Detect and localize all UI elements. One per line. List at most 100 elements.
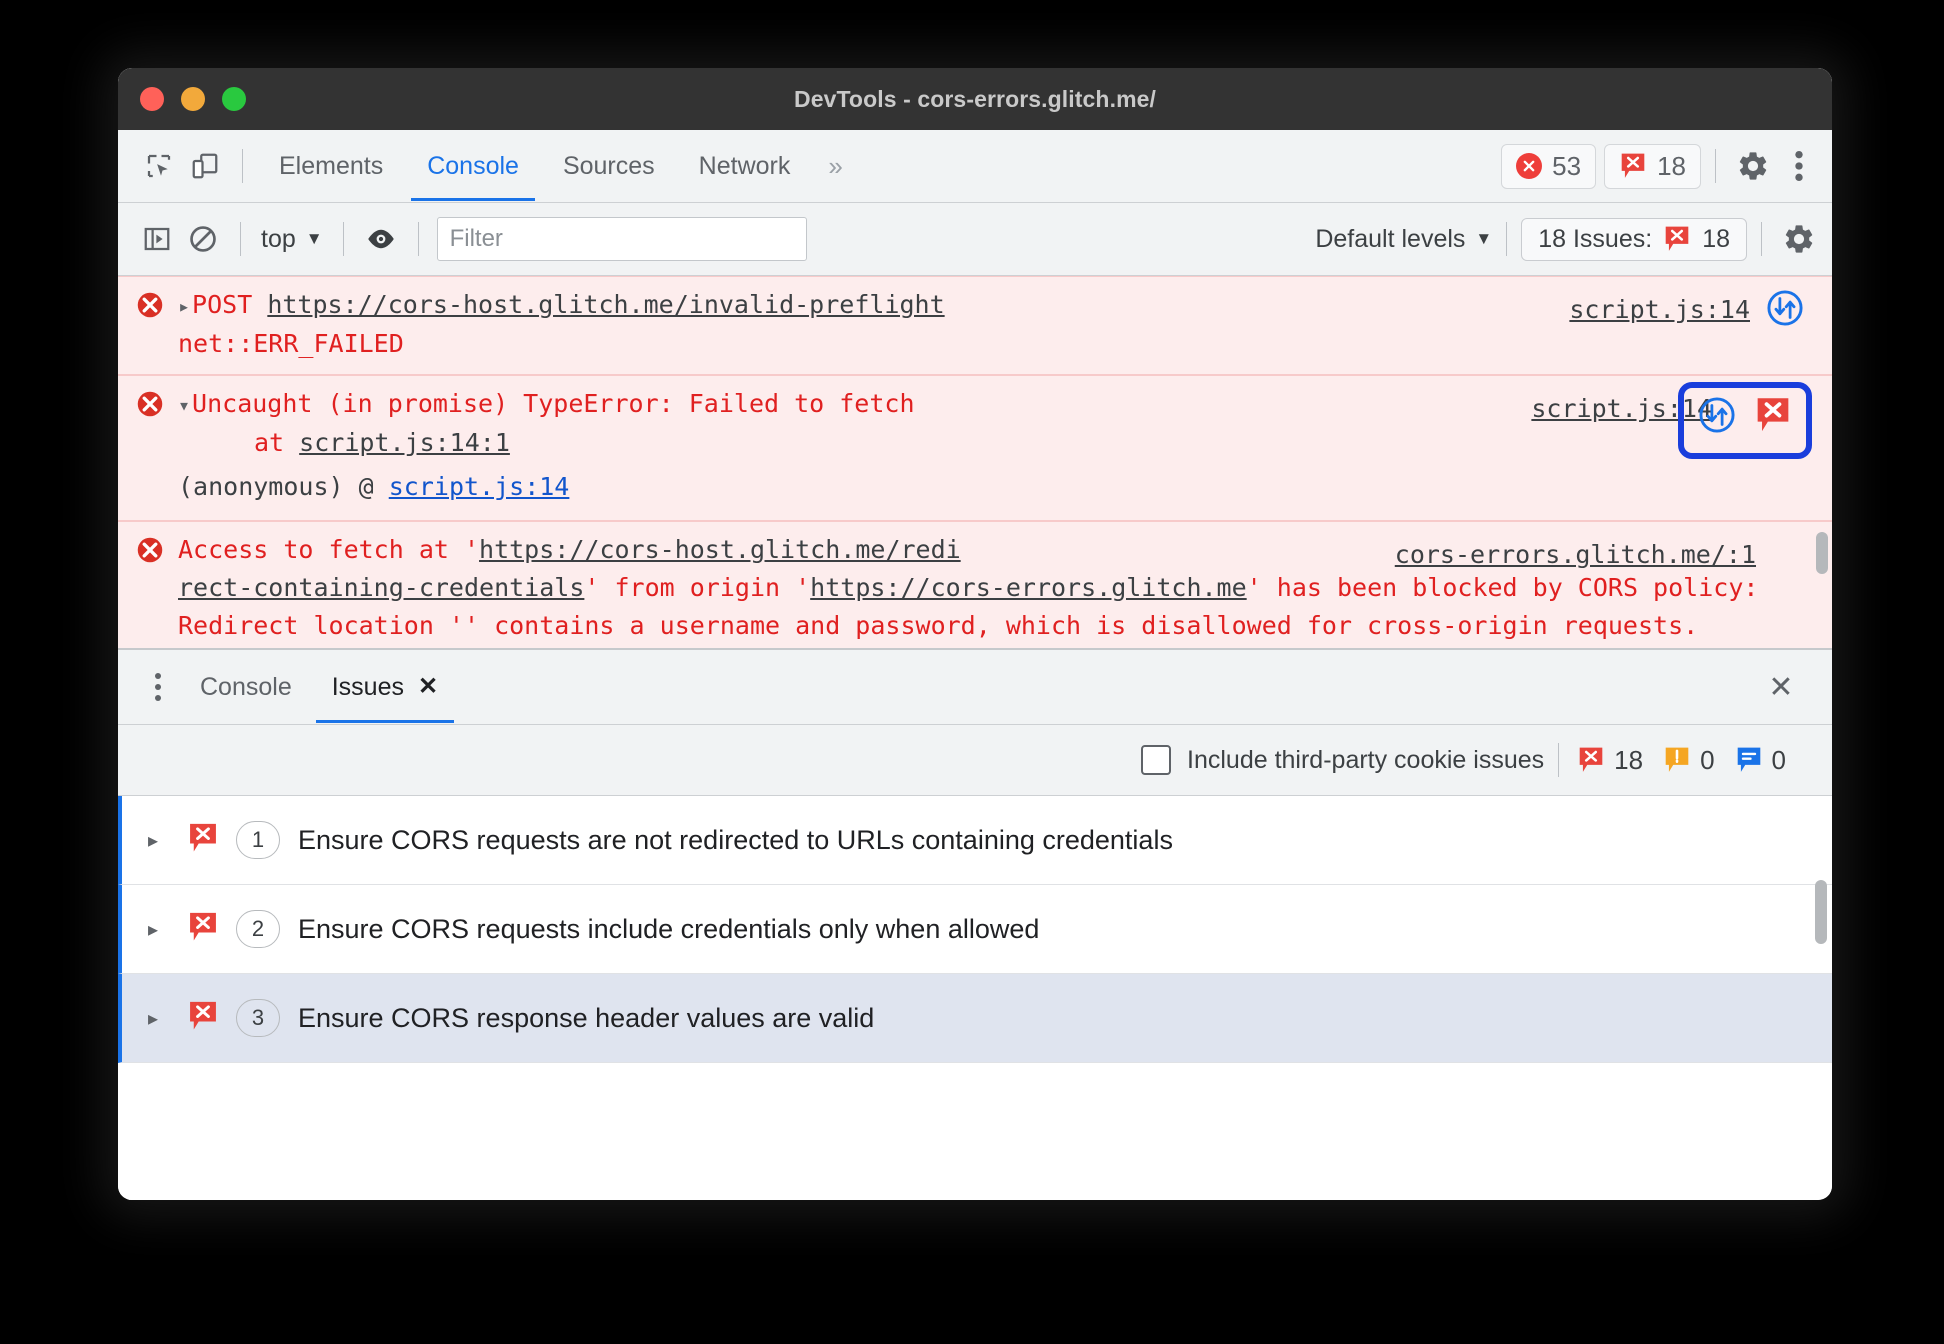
- expand-triangle-icon[interactable]: ▸: [148, 1006, 170, 1031]
- tab-sources[interactable]: Sources: [541, 131, 677, 201]
- console-issues-button[interactable]: 18 Issues: 18: [1521, 217, 1747, 261]
- cors-origin-link[interactable]: https://cors-errors.glitch.me: [810, 573, 1247, 602]
- devtools-main-tabbar: Elements Console Sources Network » 53 18: [118, 130, 1832, 203]
- expand-triangle-icon[interactable]: ▸: [148, 828, 170, 853]
- issue-count-badge: 1: [236, 821, 280, 859]
- issue-count-badge: 3: [236, 999, 280, 1037]
- issues-toolbar: Include third-party cookie issues 18 0 0: [118, 725, 1832, 796]
- error-circle-x-icon: [136, 291, 164, 319]
- tab-elements[interactable]: Elements: [257, 131, 405, 201]
- window-title: DevTools - cors-errors.glitch.me/: [793, 85, 1157, 112]
- issue-row[interactable]: ▸ 3 Ensure CORS response header values a…: [118, 974, 1832, 1063]
- settings-gear-icon[interactable]: [1730, 143, 1776, 189]
- issues-count-group: 18 0 0: [1577, 745, 1796, 776]
- issue-count-badge: 2: [236, 910, 280, 948]
- cors-url-link-part2[interactable]: rect-containing-credentials: [178, 573, 584, 602]
- log-levels-selector[interactable]: Default levels ▼: [1315, 225, 1492, 254]
- open-in-network-panel-icon[interactable]: [1766, 289, 1804, 338]
- console-scrollbar-thumb[interactable]: [1816, 532, 1828, 574]
- console-filter-input[interactable]: [436, 217, 807, 261]
- error-circle-x-icon: [136, 536, 164, 564]
- tab-console[interactable]: Console: [405, 131, 541, 201]
- screenshot-root: DevTools - cors-errors.glitch.me/ Elemen…: [0, 0, 1944, 1344]
- console-settings-gear-icon[interactable]: [1776, 216, 1822, 262]
- issue-row[interactable]: ▸ 1 Ensure CORS requests are not redirec…: [118, 796, 1832, 885]
- issue-error-bubble-icon: [1579, 747, 1603, 772]
- console-issues-label: 18 Issues:: [1538, 224, 1653, 253]
- issues-error-count: 18: [1614, 744, 1644, 775]
- issues-warning-count: 0: [1700, 744, 1715, 775]
- collapse-triangle-icon[interactable]: ▾: [178, 393, 190, 417]
- issues-list: ▸ 1 Ensure CORS requests are not redirec…: [118, 796, 1832, 1200]
- console-toolbar-divider-5: [1761, 222, 1762, 256]
- open-in-issues-panel-icon[interactable]: [1754, 396, 1792, 445]
- tabbar-divider-2: [1715, 149, 1716, 183]
- live-expression-eye-icon[interactable]: [358, 216, 404, 262]
- message-actions-highlight: [1678, 382, 1812, 459]
- cors-text-part2: ' from origin ': [584, 573, 811, 602]
- open-in-network-panel-icon[interactable]: [1698, 396, 1736, 445]
- drawer-tab-console[interactable]: Console: [180, 651, 312, 723]
- console-issues-count: 18: [1702, 224, 1730, 253]
- issues-info-count: 0: [1771, 744, 1786, 775]
- expand-triangle-icon[interactable]: ▸: [148, 917, 170, 942]
- request-url-link[interactable]: https://cors-host.glitch.me/invalid-pref…: [267, 290, 944, 319]
- uncaught-error-text: Uncaught (in promise) TypeError: Failed …: [192, 389, 915, 418]
- console-issue-bubble-x-icon: [1663, 225, 1691, 253]
- expand-triangle-icon[interactable]: ▸: [178, 294, 190, 318]
- tab-network[interactable]: Network: [677, 131, 813, 201]
- issue-info-bubble-icon: [1737, 747, 1760, 772]
- console-toolbar-divider-4: [1506, 222, 1508, 256]
- issue-title: Ensure CORS response header values are v…: [298, 1002, 875, 1033]
- error-count-value: 53: [1552, 150, 1582, 181]
- console-message-3-body: Access to fetch at 'https://cors-host.gl…: [178, 531, 1814, 645]
- drawer-tab-issues-label: Issues: [331, 673, 404, 701]
- console-message-cors-blocked[interactable]: Access to fetch at 'https://cors-host.gl…: [118, 521, 1832, 648]
- third-party-cookie-checkbox[interactable]: [1141, 745, 1172, 775]
- console-toolbar-divider-2: [342, 222, 344, 256]
- cors-url-link-part1[interactable]: https://cors-host.glitch.me/redi: [479, 535, 961, 564]
- drawer-tab-issues[interactable]: Issues ✕: [312, 651, 458, 723]
- issues-scrollbar-thumb[interactable]: [1815, 880, 1827, 944]
- issues-count-badge[interactable]: 18: [1604, 143, 1701, 189]
- issue-error-bubble-icon: [188, 1000, 218, 1037]
- issue-warning-bubble-icon: [1665, 747, 1689, 772]
- issue-bubble-x-icon: [1619, 152, 1647, 180]
- issue-title: Ensure CORS requests include credentials…: [298, 913, 1040, 944]
- third-party-cookie-checkbox-row[interactable]: Include third-party cookie issues: [1141, 745, 1544, 775]
- clear-console-icon[interactable]: [180, 216, 226, 262]
- issues-warning-count-group: 0: [1663, 744, 1715, 776]
- console-sidebar-toggle-icon[interactable]: [134, 216, 180, 262]
- close-drawer-icon[interactable]: ✕: [1758, 664, 1804, 710]
- stack-frame-link[interactable]: script.js:14:1: [299, 428, 510, 457]
- inspect-element-icon[interactable]: [136, 143, 182, 189]
- console-message-uncaught-typeerror[interactable]: ▾Uncaught (in promise) TypeError: Failed…: [118, 375, 1832, 521]
- issues-error-count-group: 18: [1577, 745, 1643, 776]
- issue-title: Ensure CORS requests are not redirected …: [298, 824, 1173, 855]
- window-titlebar: DevTools - cors-errors.glitch.me/: [118, 68, 1832, 130]
- stack-at-label: at: [254, 428, 285, 457]
- drawer-menu-kebab-icon[interactable]: [136, 665, 180, 709]
- tabbar-divider: [242, 149, 243, 183]
- issue-error-bubble-icon: [188, 911, 218, 948]
- source-location-link[interactable]: cors-errors.glitch.me/:1: [1395, 536, 1756, 574]
- execution-context-selector[interactable]: top ▼: [255, 225, 329, 254]
- issues-info-count-group: 0: [1735, 745, 1786, 776]
- console-message-area: ▸POST https://cors-host.glitch.me/invali…: [118, 276, 1832, 648]
- device-toolbar-icon[interactable]: [182, 143, 228, 189]
- close-issues-tab-icon[interactable]: ✕: [418, 651, 438, 723]
- console-stack-frame-row: (anonymous) @ script.js:14: [178, 468, 1832, 506]
- chevron-down-icon: ▼: [305, 229, 323, 248]
- more-tabs-icon[interactable]: »: [812, 151, 856, 182]
- anonymous-frame-label: (anonymous) @: [178, 472, 374, 501]
- console-toolbar-divider-3: [417, 222, 419, 256]
- issue-row[interactable]: ▸ 2 Ensure CORS requests include credent…: [118, 885, 1832, 974]
- execution-context-label: top: [261, 224, 296, 253]
- console-error-count-badge[interactable]: 53: [1501, 143, 1597, 189]
- anonymous-frame-link[interactable]: script.js:14: [389, 472, 570, 501]
- console-message-1-body: ▸POST https://cors-host.glitch.me/invali…: [178, 286, 1532, 363]
- source-location-link[interactable]: script.js:14: [1569, 291, 1750, 329]
- main-menu-kebab-icon[interactable]: [1776, 143, 1822, 189]
- console-message-network-error[interactable]: ▸POST https://cors-host.glitch.me/invali…: [118, 276, 1832, 375]
- drawer-tabbar: Console Issues ✕ ✕: [118, 648, 1832, 725]
